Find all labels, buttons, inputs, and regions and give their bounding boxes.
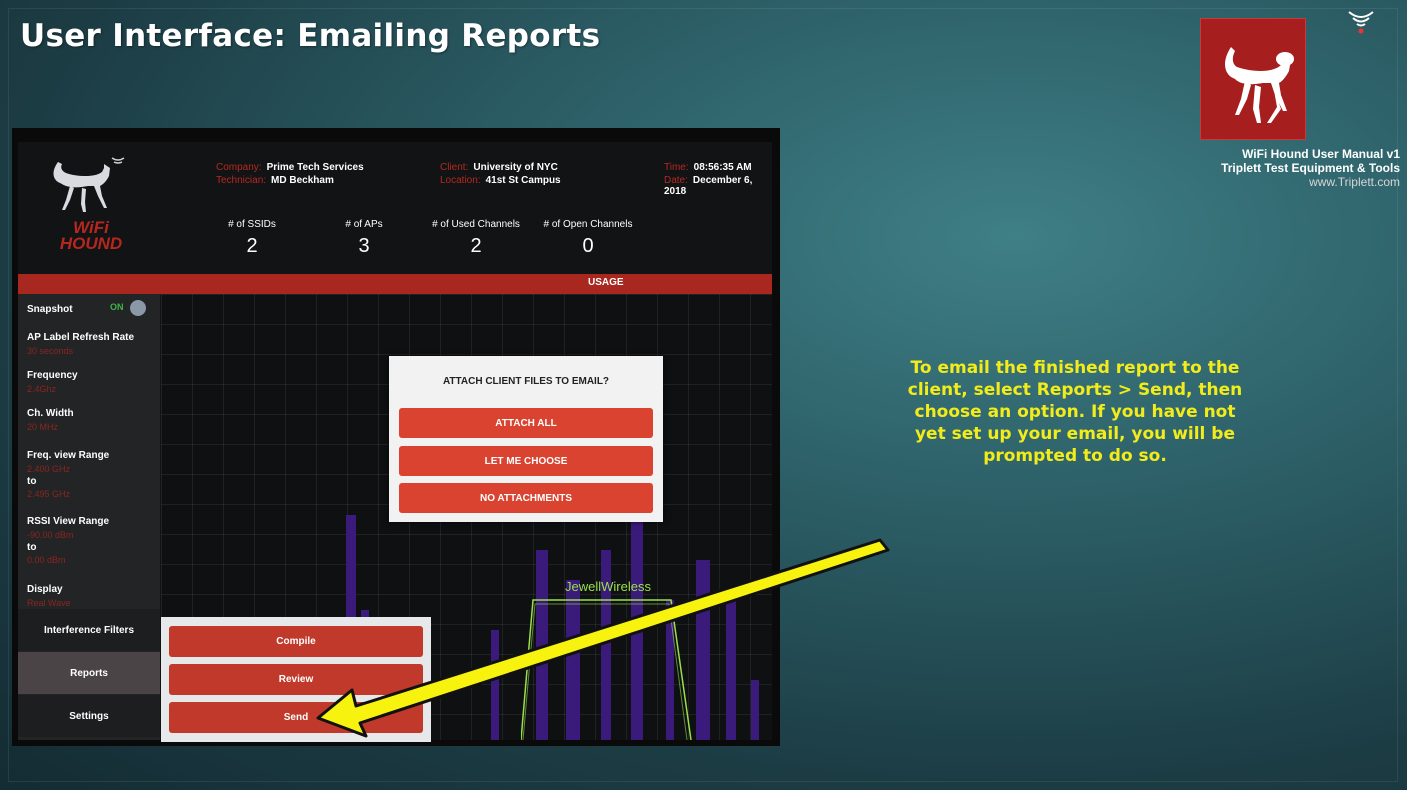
compile-button[interactable]: Compile	[169, 626, 423, 657]
rssi-range-from: -90.00 dBm	[27, 530, 74, 540]
brand-wordmark: WiFi HOUND	[59, 218, 123, 253]
stat-open-channels: # of Open Channels 0	[543, 219, 633, 257]
refresh-rate-value: 30 seconds	[27, 346, 74, 356]
frequency-label[interactable]: Frequency	[27, 370, 78, 381]
signal-bar	[491, 630, 499, 740]
let-me-choose-button[interactable]: LET ME CHOOSE	[399, 446, 653, 476]
technician-field: Technician: MD Beckham	[216, 175, 334, 186]
signal-bar	[726, 590, 736, 740]
no-attachments-button[interactable]: NO ATTACHMENTS	[399, 483, 653, 513]
send-button[interactable]: Send	[169, 702, 423, 733]
usage-label: USAGE	[588, 277, 624, 288]
display-label[interactable]: Display	[27, 584, 63, 595]
instructions-text: To email the finished report to the clie…	[907, 358, 1243, 466]
nav-settings[interactable]: Settings	[18, 695, 160, 737]
display-value: Real Wave	[27, 598, 71, 608]
client-field: Client: University of NYC	[440, 162, 558, 173]
rssi-range-to-label: to	[27, 542, 37, 553]
rssi-range-to: 0.00 dBm	[27, 555, 66, 565]
rssi-range-label[interactable]: RSSI View Range	[27, 516, 109, 527]
usage-bar: USAGE	[18, 274, 772, 294]
date-field: Date: December 6, 2018	[664, 175, 753, 197]
company-field: Company: Prime Tech Services	[216, 162, 364, 173]
stat-ssids: # of SSIDs 2	[228, 219, 276, 257]
ap-label: JewellWireless	[565, 579, 651, 594]
time-field: Time: 08:56:35 AM	[664, 162, 752, 173]
freq-range-to: 2.495 GHz	[27, 489, 71, 499]
snapshot-label: Snapshot	[27, 304, 73, 315]
dialog-title: ATTACH CLIENT FILES TO EMAIL?	[442, 376, 610, 387]
wifi-signal-icon	[1348, 11, 1374, 34]
snapshot-state: ON	[110, 302, 124, 312]
frequency-value: 2.4Ghz	[27, 384, 57, 394]
location-field: Location: 41st St Campus	[440, 175, 561, 186]
attach-all-button[interactable]: ATTACH ALL	[399, 408, 653, 438]
snapshot-toggle[interactable]	[130, 300, 146, 316]
dog-logo-icon	[1200, 18, 1306, 140]
stat-used-channels: # of Used Channels 2	[432, 219, 520, 257]
stat-aps: # of APs 3	[345, 219, 383, 257]
hound-icon	[53, 157, 125, 212]
nav-interference-filters[interactable]: Interference Filters	[18, 609, 160, 651]
refresh-rate-label[interactable]: AP Label Refresh Rate	[27, 332, 134, 343]
freq-range-to-label: to	[27, 476, 37, 487]
credit-manual: WiFi Hound User Manual v1	[1242, 147, 1400, 161]
freq-range-label[interactable]: Freq. view Range	[27, 450, 109, 461]
channel-width-label[interactable]: Ch. Width	[27, 408, 74, 419]
signal-bar	[751, 680, 759, 740]
attach-files-dialog: ATTACH CLIENT FILES TO EMAIL? ATTACH ALL…	[389, 356, 663, 522]
reports-submenu: Compile Review Send	[161, 617, 431, 742]
channel-width-value: 20 MHz	[27, 422, 59, 432]
slide-title: User Interface: Emailing Reports	[20, 18, 601, 54]
app-brand: WiFi HOUND	[18, 142, 160, 272]
review-button[interactable]: Review	[169, 664, 423, 695]
ap-channel-trace	[521, 599, 692, 740]
freq-range-from: 2.400 GHz	[27, 464, 71, 474]
credits: WiFi Hound User Manual v1 Triplett Test …	[1160, 147, 1400, 189]
nav-reports[interactable]: Reports	[18, 652, 160, 694]
credit-company: Triplett Test Equipment & Tools	[1221, 161, 1400, 175]
settings-sidebar: Snapshot AP Label Refresh Rate 30 second…	[18, 294, 160, 740]
credit-url: www.Triplett.com	[1309, 175, 1400, 189]
